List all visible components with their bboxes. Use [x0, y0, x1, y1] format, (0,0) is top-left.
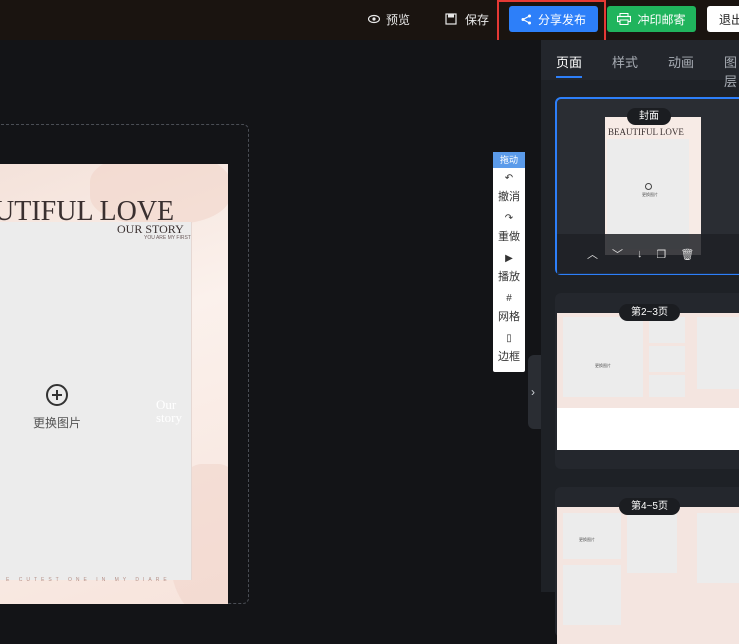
- exit-label: 退出: [719, 12, 739, 27]
- side-script-text: Our story: [156, 398, 182, 424]
- share-label: 分享发布: [537, 12, 586, 27]
- toolbox-drag-handle[interactable]: 拖动: [493, 152, 525, 168]
- thumb-replace-label: 更换图片: [579, 537, 595, 542]
- tab-animation[interactable]: 动画: [668, 52, 694, 71]
- thumb-label: 第4~5页: [619, 498, 680, 515]
- add-photo-icon[interactable]: [46, 384, 68, 406]
- page-thumb-4-5[interactable]: 更换图片 第4~5页: [555, 487, 739, 644]
- print-label: 冲印邮寄: [637, 12, 686, 27]
- redo-icon: ↷: [504, 212, 514, 224]
- top-toolbar: 预览 保存 分享发布 冲印邮寄 退出: [0, 0, 739, 42]
- page-thumb-2-3[interactable]: 更换图片 第2~3页: [555, 293, 739, 469]
- thumb-photo-slot: [649, 375, 685, 397]
- share-publish-button[interactable]: 分享发布: [509, 6, 598, 32]
- preview-label: 预览: [386, 12, 411, 27]
- undo-button[interactable]: ↶ 撤消: [493, 168, 525, 208]
- chevron-right-icon: ›: [531, 385, 535, 399]
- floating-toolbox: 拖动 ↶ 撤消 ↷ 重做 ▶ 播放 # 网格 ▯ 边框: [493, 152, 525, 372]
- thumb-photo-slot: [563, 513, 621, 559]
- copy-icon[interactable]: ❐: [657, 248, 667, 261]
- border-icon: ▯: [506, 332, 512, 344]
- save-icon: [445, 13, 457, 25]
- share-icon: [521, 14, 531, 24]
- play-icon: ▶: [505, 252, 513, 264]
- tab-pages[interactable]: 页面: [556, 52, 582, 71]
- thumb-label: 第2~3页: [619, 304, 680, 321]
- thumb-replace-label: 更换图片: [642, 192, 658, 197]
- thumb-photo-slot: [649, 346, 685, 372]
- play-label: 播放: [498, 270, 520, 283]
- side-text-line2: story: [156, 410, 182, 425]
- page-thumb-cover[interactable]: BEAUTIFUL LOVE 更换图片 封面 ︿ ﹀ ↓ ❐ 🗑: [555, 97, 739, 275]
- grid-icon: #: [506, 292, 512, 304]
- undo-label: 撤消: [498, 190, 520, 203]
- thumb-photo-slot: [563, 317, 643, 397]
- replace-image-label[interactable]: 更换图片: [33, 414, 81, 431]
- thumb-photo-slot: [627, 513, 677, 573]
- grid-button[interactable]: # 网格: [493, 288, 525, 328]
- exit-button[interactable]: 退出: [707, 6, 739, 32]
- right-sidebar: 页面 样式 动画 图层 BEAUTIFUL LOVE 更换图片 封面 ︿ ﹀ ↓…: [541, 40, 739, 644]
- thumb-photo-slot: [697, 513, 739, 583]
- save-button[interactable]: 保存: [445, 6, 489, 32]
- thumb-title: BEAUTIFUL LOVE: [608, 127, 684, 137]
- save-label: 保存: [465, 12, 490, 27]
- eye-icon: [368, 14, 380, 24]
- move-up-icon[interactable]: ︿: [587, 246, 598, 262]
- active-tab-indicator: [556, 76, 582, 78]
- cover-footer-text: E CUTEST ONE IN MY DIARE: [6, 577, 171, 583]
- tab-styles[interactable]: 样式: [612, 52, 638, 71]
- undo-icon: ↶: [504, 172, 514, 184]
- play-button[interactable]: ▶ 播放: [493, 248, 525, 288]
- thumb-photo-slot: [563, 565, 621, 625]
- thumb-actions: ︿ ﹀ ↓ ❐ 🗑: [557, 234, 739, 274]
- cover-tagline[interactable]: YOU ARE MY FIRST: [144, 235, 191, 241]
- thumb-label: 封面: [627, 108, 671, 125]
- grid-label: 网格: [498, 310, 520, 323]
- print-mail-button[interactable]: 冲印邮寄: [607, 6, 696, 32]
- thumb-replace-label: 更换图片: [595, 363, 611, 368]
- preview-button[interactable]: 预览: [368, 6, 410, 32]
- sidebar-tabs: 页面 样式 动画 图层: [541, 40, 739, 89]
- thumb-add-icon: [645, 183, 652, 190]
- thumb-spread: 更换图片: [557, 507, 739, 644]
- border-label: 边框: [498, 350, 520, 363]
- border-button[interactable]: ▯ 边框: [493, 328, 525, 368]
- thumb-spread: 更换图片: [557, 313, 739, 450]
- tab-layers[interactable]: 图层: [724, 52, 739, 90]
- printer-icon: [617, 13, 632, 25]
- thumb-photo-slot: [697, 317, 739, 389]
- redo-button[interactable]: ↷ 重做: [493, 208, 525, 248]
- redo-label: 重做: [498, 230, 520, 243]
- move-down-icon[interactable]: ﹀: [612, 246, 623, 262]
- panel-collapse-toggle[interactable]: ›: [528, 355, 541, 429]
- arrow-down-icon[interactable]: ↓: [637, 248, 643, 260]
- trash-icon[interactable]: 🗑: [680, 248, 694, 261]
